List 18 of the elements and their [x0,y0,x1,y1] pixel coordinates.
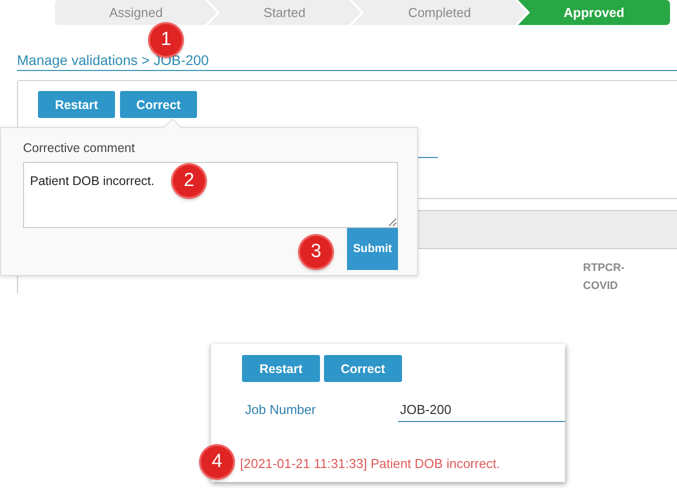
submit-button[interactable]: Submit [347,228,398,270]
field-label: Job Number [244,402,317,417]
progress-step: Approved [518,0,670,25]
progress-step: Started [208,0,361,25]
action-button[interactable]: Restart [38,91,115,118]
progress-step: Completed [352,0,527,25]
log-message: [2021-01-21 11:31:33] Patient DOB incorrect. [240,456,501,471]
step-marker: 1 [150,24,182,56]
field-label: Corrective comment [23,141,136,155]
table-cell-text: RTPCR-COVID [583,261,626,294]
input-field[interactable]: JOB-200 [398,402,565,422]
step-marker: 2 [173,165,205,197]
step-marker: 3 [300,236,332,268]
progress-step: Assigned [55,0,217,25]
action-button[interactable]: Correct [120,91,197,118]
action-button[interactable]: Correct [324,355,402,382]
action-button[interactable]: Restart [242,355,320,382]
step-marker: 4 [201,446,233,478]
